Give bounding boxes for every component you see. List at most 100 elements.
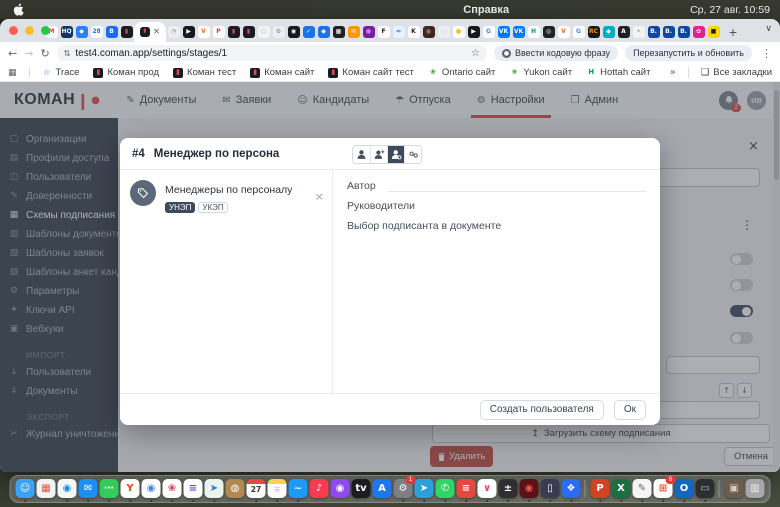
apple-logo-icon[interactable]	[10, 3, 26, 16]
browser-tab[interactable]: B.	[646, 22, 661, 42]
dock-pencil[interactable]: ✎	[633, 479, 652, 498]
bookmarks-overflow-icon[interactable]: »	[670, 67, 676, 78]
dock-maps[interactable]: ➤	[205, 479, 224, 498]
bookmark-koman-test[interactable]: ▮ Коман тест	[173, 67, 236, 78]
browser-tab[interactable]: F	[376, 22, 391, 42]
browser-tab[interactable]: ○	[256, 22, 271, 42]
passphrase-button[interactable]: ● Ввести кодовую фразу	[494, 45, 618, 61]
browser-tab[interactable]: A	[616, 22, 631, 42]
dock-chrome[interactable]: ◉	[142, 479, 161, 498]
bookmark-trace[interactable]: ◎ Trace	[42, 67, 80, 78]
dock-calculator[interactable]: ±	[499, 479, 518, 498]
new-tab-button[interactable]: +	[725, 26, 741, 39]
browser-tab[interactable]: ✓	[301, 22, 316, 42]
dock-messages[interactable]: ⋯	[100, 479, 119, 498]
field-signer-choice[interactable]: Выбор подписанта в документе	[347, 216, 646, 236]
dock-appletv[interactable]: tv	[352, 479, 371, 498]
browser-tab[interactable]: P	[211, 22, 226, 42]
browser-tab[interactable]: ◉	[286, 22, 301, 42]
ok-button[interactable]: Ок	[614, 400, 646, 420]
browser-tab[interactable]: G	[571, 22, 586, 42]
browser-tab[interactable]: ▶	[466, 22, 481, 42]
browser-tab[interactable]: ▦	[331, 22, 346, 42]
browser-tab[interactable]: ◆	[316, 22, 331, 42]
dock-pocket[interactable]: ∨	[478, 479, 497, 498]
browser-tab[interactable]: G	[481, 22, 496, 42]
browser-tab[interactable]: ◔	[166, 22, 181, 42]
dock-app-dark-red[interactable]: ◉	[520, 479, 539, 498]
browser-tab[interactable]: ✿	[691, 22, 706, 42]
browser-tab[interactable]: V	[196, 22, 211, 42]
browser-tab[interactable]: ✉	[346, 22, 361, 42]
browser-tab[interactable]: ◆	[601, 22, 616, 42]
dock-reminders[interactable]: ≡	[184, 479, 203, 498]
browser-tab[interactable]: ■	[706, 22, 721, 42]
browser-tab[interactable]: VK	[496, 22, 511, 42]
browser-tab[interactable]: B	[104, 22, 119, 42]
apps-grid-icon[interactable]: ▦	[8, 68, 17, 78]
browser-tab[interactable]: K	[406, 22, 421, 42]
restart-update-button[interactable]: Перезапустить и обновить	[625, 45, 752, 61]
active-tab[interactable]: ▮ ×	[134, 22, 166, 42]
browser-tab[interactable]: B.	[676, 22, 691, 42]
create-user-button[interactable]: Создать пользователя	[480, 400, 604, 420]
dock-m365[interactable]: ⊞ 6	[654, 479, 673, 498]
minimize-window-button[interactable]	[25, 26, 34, 35]
back-button[interactable]: ←	[8, 47, 17, 60]
menubar-clock[interactable]: Ср, 27 авг. 10:59	[690, 4, 770, 16]
browser-tab[interactable]: HQ	[59, 22, 74, 42]
browser-tab[interactable]: ▮	[226, 22, 241, 42]
dock-trash[interactable]: ▥	[746, 479, 765, 498]
browser-tab[interactable]: ▮	[241, 22, 256, 42]
dock-mail[interactable]: ✉	[79, 479, 98, 498]
bookmark-koman-site-test[interactable]: ▮ Коман сайт тест	[328, 67, 413, 78]
field-managers[interactable]: Руководители	[347, 196, 646, 216]
browser-tab[interactable]: ◆	[74, 22, 89, 42]
all-bookmarks-button[interactable]: ❏ Все закладки	[701, 67, 772, 78]
browser-tab[interactable]: ≈	[391, 22, 406, 42]
browser-tab[interactable]: ◌	[436, 22, 451, 42]
dock-stocks[interactable]: ~	[289, 479, 308, 498]
tab-search-chevron-icon[interactable]: ∨	[765, 24, 772, 34]
browser-tab[interactable]: ▮	[119, 22, 134, 42]
person-badge-icon[interactable]	[387, 146, 404, 163]
dock-pinwheel[interactable]: ❖	[562, 479, 581, 498]
dock-launchpad[interactable]: ▦	[37, 479, 56, 498]
tab-close-icon[interactable]: ×	[153, 28, 161, 37]
dock-photos[interactable]: ❀	[163, 479, 182, 498]
dock-podcasts[interactable]: ◉	[331, 479, 350, 498]
forward-button[interactable]: →	[24, 47, 33, 60]
dock-whatsapp[interactable]: ✆	[436, 479, 455, 498]
keys-icon[interactable]	[404, 146, 421, 163]
person-add-icon[interactable]	[370, 146, 387, 163]
dock-app-brown[interactable]: ◍	[226, 479, 245, 498]
dock-yandex-browser[interactable]: Y	[121, 479, 140, 498]
browser-tab[interactable]: ⚙	[271, 22, 286, 42]
dock-appstore[interactable]: A	[373, 479, 392, 498]
browser-menu-icon[interactable]: ⋮	[761, 47, 772, 60]
dock-todoist[interactable]: ≡	[457, 479, 476, 498]
browser-tab[interactable]: H	[526, 22, 541, 42]
signer-group-item[interactable]: Менеджеры по персоналу УНЭП УКЭП	[130, 180, 324, 213]
bookmark-koman-prod[interactable]: ▮ Коман прод	[93, 67, 159, 78]
remove-group-icon[interactable]: ×	[315, 190, 324, 203]
dock-powerpoint[interactable]: P	[591, 479, 610, 498]
bookmark-ontario[interactable]: ❀ Ontario сайт	[428, 67, 495, 78]
dock-outlook[interactable]: O	[675, 479, 694, 498]
browser-tab[interactable]: ●	[421, 22, 436, 42]
browser-tab[interactable]: B.	[661, 22, 676, 42]
address-bar[interactable]: ⇅ test4.coman.app/settings/stages/1 ☆	[57, 45, 487, 61]
browser-tab[interactable]: ●	[361, 22, 376, 42]
bookmark-hottah[interactable]: H Hottah сайт	[586, 67, 650, 78]
url-text[interactable]: test4.coman.app/settings/stages/1	[75, 48, 466, 59]
browser-tab[interactable]: •	[631, 22, 646, 42]
browser-tab[interactable]: ◎	[541, 22, 556, 42]
close-window-button[interactable]	[9, 26, 18, 35]
dock-settings[interactable]: ⚙ 1	[394, 479, 413, 498]
dock-excel[interactable]: X	[612, 479, 631, 498]
bookmark-koman-site[interactable]: ▮ Коман сайт	[250, 67, 314, 78]
reload-button[interactable]: ↻	[40, 47, 49, 60]
browser-tab[interactable]: V	[556, 22, 571, 42]
dock-downloads-folder[interactable]: ▣	[725, 479, 744, 498]
browser-tab[interactable]: VK	[511, 22, 526, 42]
